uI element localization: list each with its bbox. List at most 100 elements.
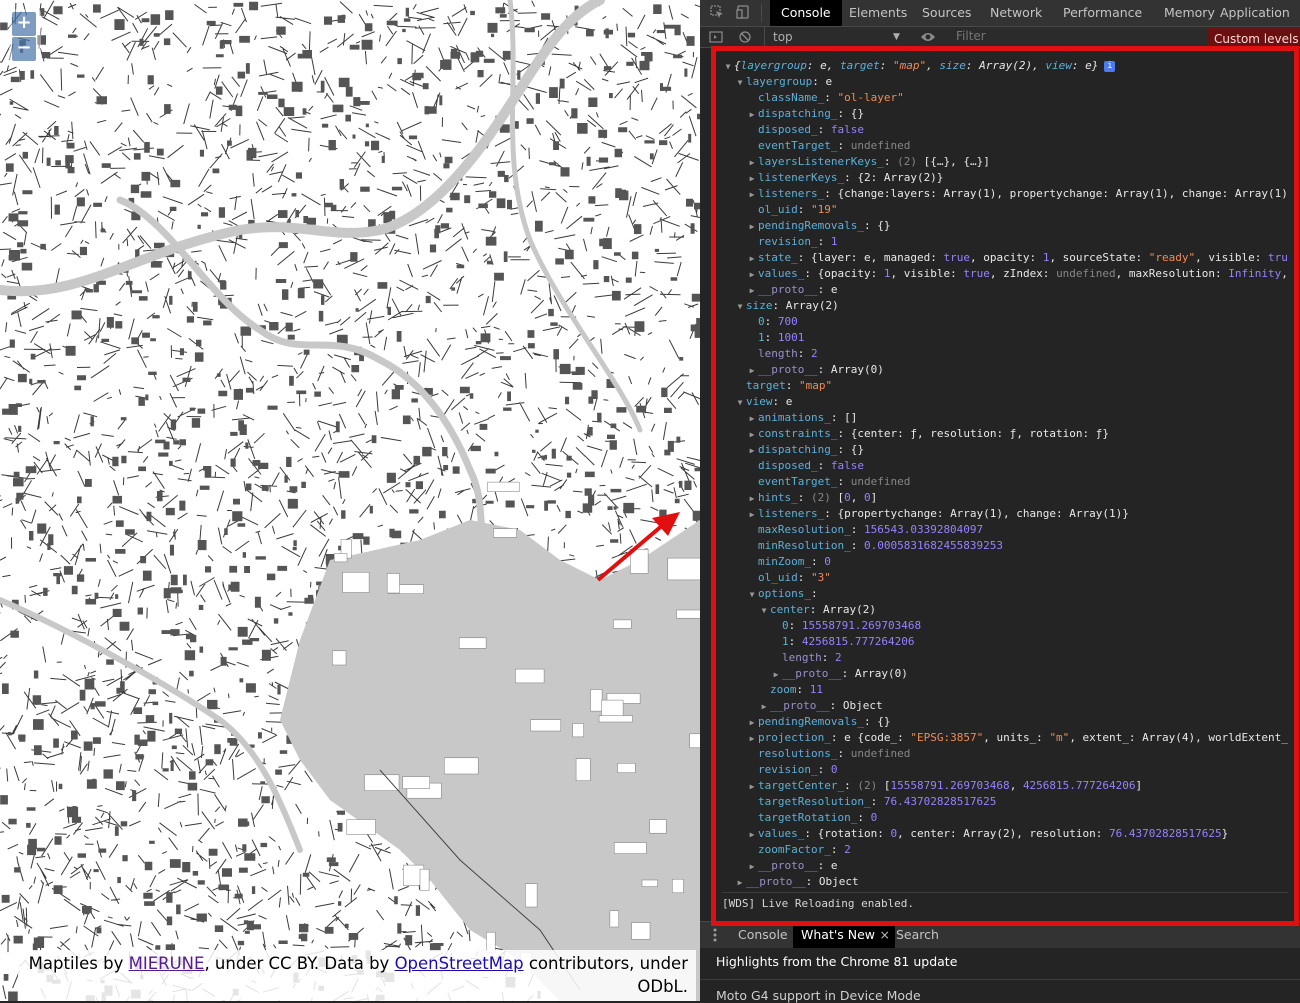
expand-triangle-closed-icon[interactable]: ▶ <box>746 187 758 203</box>
console-tree-row[interactable]: ▶ listeners_: {propertychange: Array(1), … <box>746 506 1129 522</box>
console-output[interactable]: [WDS] Live Reloading enabled. ▼ {layergro… <box>722 52 1288 918</box>
expand-triangle-open-icon[interactable]: ▼ <box>722 59 734 75</box>
console-tree-row[interactable]: ▶ values_: {rotation: 0, center: Array(2)… <box>746 826 1229 843</box>
console-tree-row[interactable]: ▼ {layergroup: e, target: "map", size: Ar… <box>722 58 1116 75</box>
console-tree-row[interactable]: ▶ constraints_: {center: ƒ, resolution: ƒ… <box>746 426 1109 442</box>
console-tree-row: targetRotation_: 0 <box>746 810 877 826</box>
console-tree-row[interactable]: ▶ values_: {opacity: 1, visible: true, zI… <box>746 266 1288 282</box>
inspect-element-icon[interactable] <box>709 5 725 21</box>
expand-triangle-closed-icon[interactable]: ▶ <box>746 779 758 795</box>
console-tree-row[interactable]: ▶ pendingRemovals_: {} <box>746 714 891 731</box>
drawer-tab-whats-new[interactable]: What's New × <box>793 922 896 948</box>
tab-sources[interactable]: Sources <box>911 0 982 26</box>
console-tree-row[interactable]: ▶ projection_: e {code_: "EPSG:3857", uni… <box>746 730 1288 746</box>
console-tree-row[interactable]: ▼ layergroup: e <box>734 74 833 91</box>
tab-performance[interactable]: Performance <box>1052 0 1153 26</box>
console-token: options_ <box>758 587 811 600</box>
console-tree-row[interactable]: ▶ state_: {layer: e, managed: true, opaci… <box>746 250 1288 266</box>
expand-triangle-closed-icon[interactable]: ▶ <box>758 699 770 715</box>
map-viewport[interactable]: + − Maptiles by MIERUNE, under CC BY. Da… <box>0 0 700 1001</box>
drawer-tab-console[interactable]: Console <box>730 922 796 948</box>
expand-triangle-closed-icon[interactable]: ▶ <box>746 283 758 299</box>
console-tree-row[interactable]: ▶ __proto__: Array(0) <box>746 362 884 378</box>
zoom-out-button[interactable]: − <box>12 37 36 61</box>
console-token: , <box>1009 779 1023 792</box>
expand-triangle-closed-icon[interactable]: ▶ <box>746 731 758 747</box>
console-tree-row[interactable]: ▼ options_: <box>746 586 818 602</box>
tab-network[interactable]: Network <box>979 0 1053 26</box>
expand-triangle-closed-icon[interactable]: ▶ <box>746 171 758 187</box>
tab-console[interactable]: Console <box>770 0 842 26</box>
console-token: state_ <box>758 251 798 264</box>
info-icon[interactable]: i <box>1104 60 1116 72</box>
drawer-tab-search[interactable]: Search <box>888 922 947 948</box>
expand-triangle-closed-icon[interactable]: ▶ <box>746 107 758 123</box>
console-token: __proto__ <box>746 875 806 888</box>
expand-triangle-open-icon[interactable]: ▼ <box>746 587 758 603</box>
pier <box>346 819 376 835</box>
console-tree-row[interactable]: ▶ __proto__: e <box>746 282 838 299</box>
device-toolbar-icon[interactable] <box>735 5 751 21</box>
expand-triangle-open-icon[interactable]: ▼ <box>734 75 746 91</box>
console-tree-row[interactable]: ▶ __proto__: Object <box>758 698 883 714</box>
expand-triangle-open-icon[interactable]: ▼ <box>758 603 770 619</box>
console-tree-row[interactable]: ▶ pendingRemovals_: {} <box>746 218 891 235</box>
console-tree-row[interactable]: ▶ __proto__: Object <box>734 874 859 890</box>
console-token: , sourceState: <box>1049 251 1149 264</box>
expand-triangle-closed-icon[interactable]: ▶ <box>746 491 758 507</box>
pier <box>672 878 684 894</box>
pier <box>493 528 517 538</box>
console-tree-row[interactable]: ▶ listenerKeys_: {2: Array(2)} <box>746 170 944 187</box>
map-attribution: Maptiles by MIERUNE, under CC BY. Data b… <box>18 950 696 1001</box>
console-tree-row[interactable]: ▶ listeners_: {change:layers: Array(1), p… <box>746 186 1288 202</box>
console-token: 700 <box>777 315 798 328</box>
expand-triangle-closed-icon[interactable]: ▶ <box>746 443 758 459</box>
console-token: , units_: <box>983 731 1050 744</box>
context-selector[interactable]: top <box>773 28 793 46</box>
expand-triangle-closed-icon[interactable]: ▶ <box>746 411 758 427</box>
expand-triangle-closed-icon[interactable]: ▶ <box>746 859 758 875</box>
console-token: : e} <box>1071 59 1099 72</box>
log-levels-dropdown[interactable]: Custom levels ▾ <box>1208 27 1300 47</box>
console-tree-row[interactable]: ▶ dispatching_: {} <box>746 106 864 122</box>
zoom-in-button[interactable]: + <box>12 12 36 36</box>
expand-triangle-closed-icon[interactable]: ▶ <box>746 827 758 843</box>
console-tree-row[interactable]: ▼ view: e <box>734 394 793 411</box>
clear-console-icon[interactable] <box>738 28 752 46</box>
console-token: zoom <box>770 683 797 696</box>
live-expression-icon[interactable] <box>920 28 936 46</box>
expand-triangle-closed-icon[interactable]: ▶ <box>746 155 758 171</box>
tab-application[interactable]: Application <box>1209 0 1300 26</box>
expand-triangle-open-icon[interactable]: ▼ <box>734 299 746 315</box>
tab-elements[interactable]: Elements <box>838 0 918 26</box>
console-token: 1001 <box>777 331 805 344</box>
console-tree-row[interactable]: ▶ animations_: [] <box>746 410 858 427</box>
map-tiles[interactable] <box>0 0 700 1001</box>
expand-triangle-closed-icon[interactable]: ▶ <box>746 507 758 523</box>
expand-triangle-closed-icon[interactable]: ▶ <box>746 251 758 267</box>
console-tree-row[interactable]: ▶ hints_: (2) [0, 0] <box>746 490 878 507</box>
expand-triangle-closed-icon[interactable]: ▶ <box>746 363 758 379</box>
console-tree-row[interactable]: ▼ size: Array(2) <box>734 298 839 314</box>
console-tree-row[interactable]: ▶ targetCenter_: (2) [15558791.269703468,… <box>746 778 1143 795</box>
console-tree-row[interactable]: ▶ dispatching_: {} <box>746 442 864 458</box>
drawer-menu-icon[interactable] <box>712 927 718 943</box>
console-tree-row[interactable]: ▼ center: Array(2) <box>758 602 876 618</box>
console-filter-input[interactable] <box>952 28 1210 44</box>
console-tree-row: 1: 1001 <box>746 330 804 346</box>
expand-triangle-closed-icon[interactable]: ▶ <box>746 427 758 443</box>
expand-triangle-open-icon[interactable]: ▼ <box>734 395 746 411</box>
console-token: 76.43702828517625 <box>1109 827 1222 840</box>
console-tree-row[interactable]: ▶ __proto__: e <box>746 858 838 875</box>
console-tree-row[interactable]: ▶ __proto__: Array(0) <box>770 666 908 682</box>
expand-triangle-closed-icon[interactable]: ▶ <box>770 667 782 683</box>
context-dropdown-icon[interactable]: ▼ <box>893 28 900 46</box>
mierune-link[interactable]: MIERUNE <box>129 954 205 973</box>
expand-triangle-closed-icon[interactable]: ▶ <box>746 715 758 731</box>
expand-triangle-closed-icon[interactable]: ▶ <box>746 267 758 283</box>
expand-triangle-closed-icon[interactable]: ▶ <box>746 219 758 235</box>
openstreetmap-link[interactable]: OpenStreetMap <box>395 954 524 973</box>
sidebar-toggle-icon[interactable] <box>709 28 723 46</box>
expand-triangle-closed-icon[interactable]: ▶ <box>734 875 746 891</box>
console-tree-row[interactable]: ▶ layersListenerKeys_: (2) [{…}, {…}] <box>746 154 990 170</box>
